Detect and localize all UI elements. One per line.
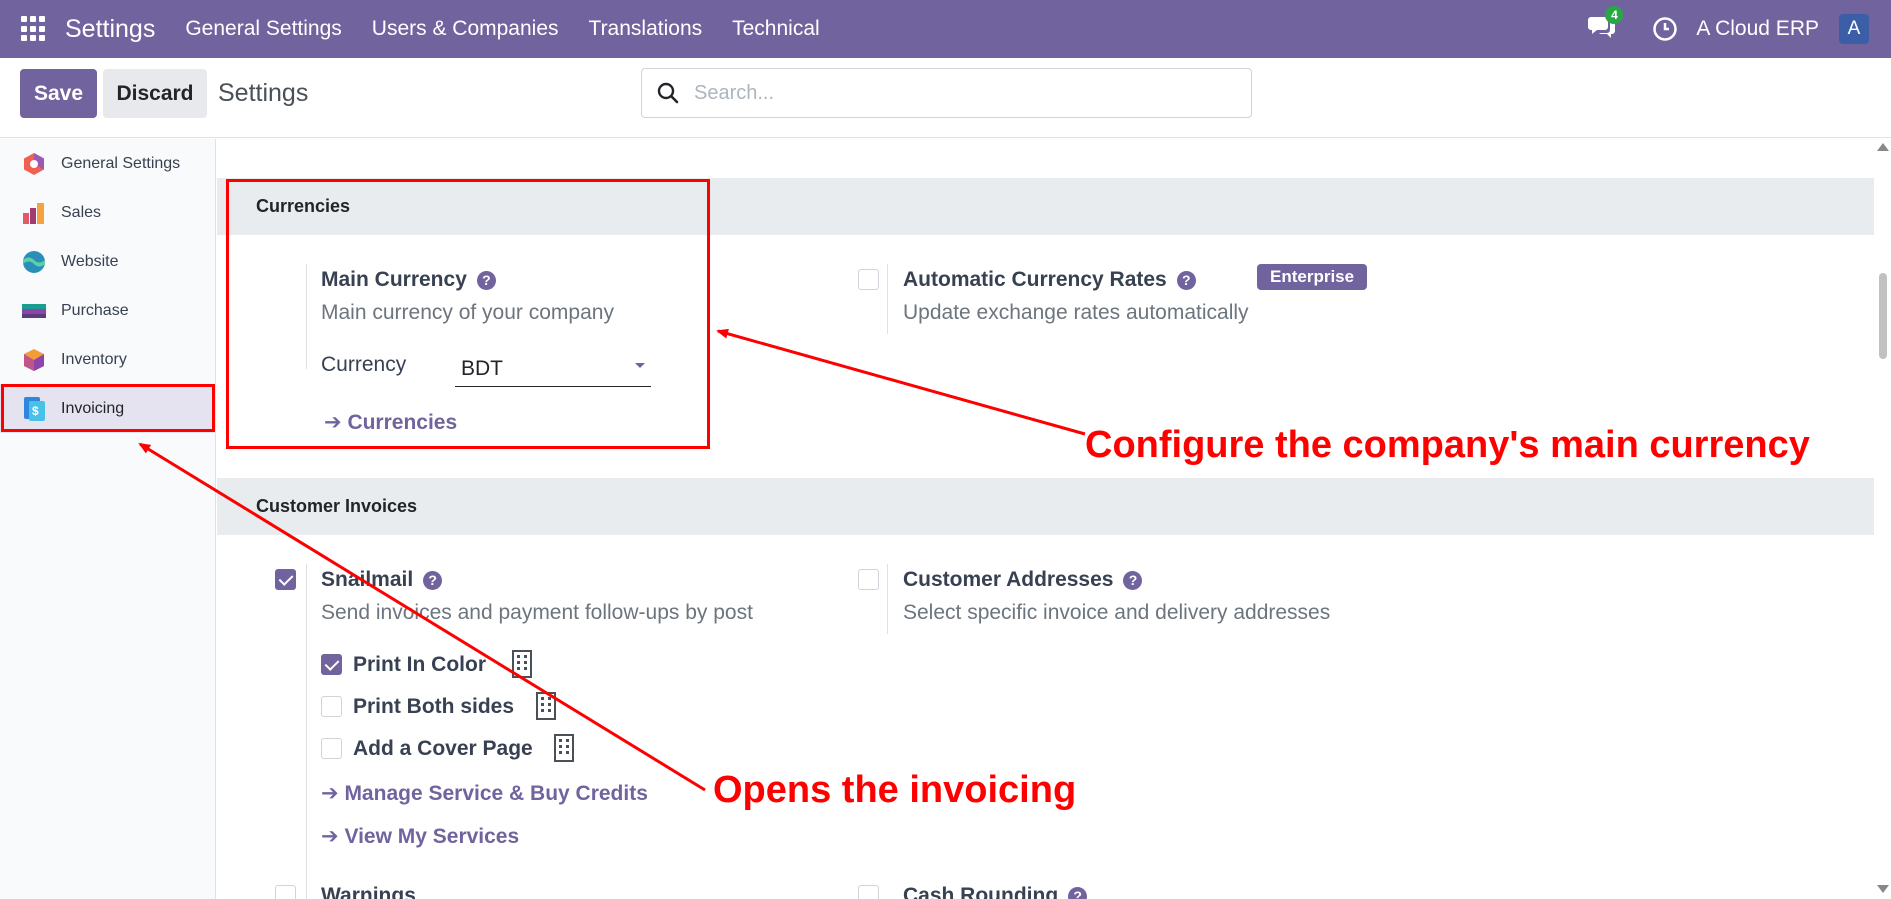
arrow-right-icon: ➔ [321, 825, 345, 848]
user-avatar[interactable]: A [1839, 14, 1869, 44]
help-icon[interactable]: ? [1068, 886, 1088, 899]
discard-button[interactable]: Discard [103, 69, 207, 118]
apps-menu-icon[interactable] [21, 16, 47, 42]
warnings-checkbox[interactable] [275, 885, 296, 899]
annotation-invoicing-note: Opens the invoicing [713, 769, 1077, 811]
section-customer-invoices-header: Customer Invoices [217, 478, 1874, 535]
search-icon [657, 82, 679, 104]
setting-divider [887, 264, 888, 334]
warnings-setting: Warnings [321, 884, 416, 899]
sidebar-item-purchase[interactable]: Purchase [0, 286, 216, 335]
setting-divider [887, 564, 888, 634]
setting-divider [306, 564, 307, 899]
save-button[interactable]: Save [20, 69, 97, 118]
messaging-button[interactable]: 4 [1588, 5, 1624, 44]
print-in-color-label[interactable]: Print In Color [353, 653, 486, 677]
view-services-link[interactable]: ➔ View My Services [321, 824, 519, 849]
print-in-color-checkbox[interactable] [321, 654, 342, 675]
annotation-box-invoicing [1, 384, 215, 432]
scroll-up-icon[interactable] [1877, 143, 1889, 151]
help-icon[interactable]: ? [1176, 270, 1196, 290]
cash-rounding-checkbox[interactable] [858, 885, 879, 899]
general-settings-icon [24, 152, 44, 175]
inventory-icon [24, 348, 44, 371]
sales-icon [23, 202, 44, 224]
app-name[interactable]: Settings [65, 15, 155, 44]
sidebar-item-sales[interactable]: Sales [0, 188, 216, 237]
scrollbar[interactable] [1874, 139, 1891, 899]
building-icon [512, 650, 532, 678]
control-panel: Save Discard Settings [0, 58, 1891, 138]
print-both-sides-checkbox[interactable] [321, 696, 342, 717]
company-switcher[interactable]: A Cloud ERP [1696, 17, 1819, 41]
search-box[interactable] [641, 68, 1252, 118]
help-icon[interactable]: ? [423, 570, 443, 590]
building-icon [554, 734, 574, 762]
annotation-box-currency [226, 179, 710, 449]
sidebar-item-label: Purchase [61, 301, 129, 319]
nav-users-companies[interactable]: Users & Companies [372, 17, 559, 41]
scrollbar-thumb[interactable] [1879, 273, 1887, 359]
snailmail-desc: Send invoices and payment follow-ups by … [321, 601, 753, 624]
annotation-currency-note: Configure the company's main currency [1085, 424, 1810, 466]
top-navbar: Settings General Settings Users & Compan… [0, 0, 1891, 58]
sidebar-item-label: Website [61, 252, 119, 270]
cash-rounding-setting: Cash Rounding ? [903, 884, 1088, 899]
page-title: Settings [218, 79, 309, 107]
nav-translations[interactable]: Translations [589, 17, 703, 41]
chat-count-badge: 4 [1605, 5, 1624, 24]
purchase-icon [22, 303, 46, 318]
snailmail-checkbox[interactable] [275, 569, 296, 590]
auto-rates-desc: Update exchange rates automatically [903, 301, 1249, 324]
snailmail-title: Snailmail [321, 568, 414, 591]
snailmail-setting: Snailmail ? [321, 568, 443, 592]
customer-addresses-setting: Customer Addresses ? [903, 568, 1143, 592]
cover-page-checkbox[interactable] [321, 738, 342, 759]
search-input[interactable] [694, 81, 1214, 105]
website-icon [23, 250, 45, 273]
manage-service-link[interactable]: ➔ Manage Service & Buy Credits [321, 781, 648, 806]
settings-sidebar: General Settings Sales Website Purchase … [0, 139, 216, 899]
auto-rates-title: Automatic Currency Rates [903, 268, 1167, 291]
clock-icon[interactable] [1652, 16, 1678, 42]
scroll-down-icon[interactable] [1877, 885, 1889, 893]
topbar-right: 4 A Cloud ERP A [1588, 0, 1891, 58]
customer-addresses-checkbox[interactable] [858, 569, 879, 590]
enterprise-badge: Enterprise [1257, 264, 1368, 290]
building-icon [536, 692, 556, 720]
sidebar-item-general-settings[interactable]: General Settings [0, 139, 216, 188]
cover-page-label[interactable]: Add a Cover Page [353, 737, 533, 761]
sidebar-item-label: General Settings [61, 154, 181, 172]
help-icon[interactable]: ? [1123, 570, 1143, 590]
sidebar-item-website[interactable]: Website [0, 237, 216, 286]
cash-rounding-title: Cash Rounding [903, 884, 1059, 899]
sidebar-item-label: Sales [61, 203, 102, 221]
sidebar-item-label: Inventory [61, 350, 127, 368]
customer-addresses-title: Customer Addresses [903, 568, 1114, 591]
print-both-sides-label[interactable]: Print Both sides [353, 695, 514, 719]
nav-technical[interactable]: Technical [732, 17, 820, 41]
auto-rates-checkbox[interactable] [858, 269, 879, 290]
sidebar-item-inventory[interactable]: Inventory [0, 335, 216, 384]
nav-general-settings[interactable]: General Settings [185, 17, 341, 41]
warnings-title: Warnings [321, 884, 416, 899]
arrow-right-icon: ➔ [321, 782, 345, 805]
auto-rates-setting: Automatic Currency Rates ? [903, 268, 1196, 292]
customer-addresses-desc: Select specific invoice and delivery add… [903, 601, 1331, 624]
